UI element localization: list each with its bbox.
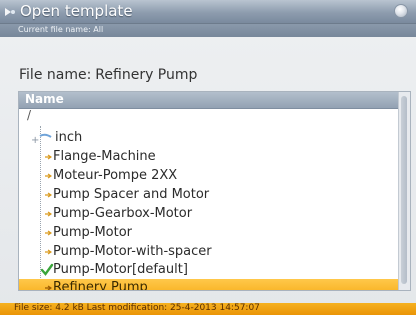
list-item[interactable]: Pump-Gearbox-Motor bbox=[19, 205, 399, 224]
arrow-right-icon bbox=[45, 154, 52, 160]
title-bar[interactable]: Open template bbox=[0, 0, 416, 24]
file-name-value: Refinery Pump bbox=[95, 67, 198, 83]
list-item-label: Refinery Pump bbox=[53, 280, 148, 291]
list-item-label: Pump Spacer and Motor bbox=[53, 187, 210, 202]
vertical-scrollbar[interactable] bbox=[398, 92, 410, 290]
list-item[interactable]: Pump Spacer and Motor bbox=[19, 186, 399, 205]
arrow-right-icon bbox=[45, 192, 52, 198]
arrow-right-icon bbox=[45, 230, 52, 236]
list-item[interactable]: Flange-Machine bbox=[19, 148, 399, 167]
checkmark-icon bbox=[40, 263, 54, 276]
list-item-label: Pump-Motor[default] bbox=[53, 262, 188, 277]
list-item-label: Moteur-Pompe 2XX bbox=[53, 168, 178, 183]
list-item-selected[interactable]: Refinery Pump bbox=[19, 279, 399, 291]
arrow-right-icon bbox=[45, 249, 52, 255]
list-item[interactable]: Pump-Motor-with-spacer bbox=[19, 243, 399, 262]
status-bar: File size: 4.2 kB Last modification: 25-… bbox=[0, 303, 416, 315]
template-list[interactable]: Name / + inch Flange-Machine Moteur-Pomp… bbox=[18, 91, 411, 291]
list-item[interactable]: Moteur-Pompe 2XX bbox=[19, 167, 399, 186]
file-info-text: File size: 4.2 kB Last modification: 25-… bbox=[14, 303, 260, 313]
file-name-label: File name: bbox=[19, 67, 92, 83]
file-name-row: File name: Refinery Pump bbox=[19, 67, 197, 83]
list-item[interactable]: Pump-Motor bbox=[19, 224, 399, 243]
current-file-bar: Current file name: All bbox=[0, 24, 416, 37]
arrow-right-icon bbox=[45, 173, 52, 179]
tree-folder-inch[interactable]: + inch bbox=[19, 129, 399, 148]
tree-root[interactable]: / bbox=[27, 108, 31, 122]
list-item-default[interactable]: Pump-Motor[default] bbox=[19, 261, 399, 280]
folder-icon: + bbox=[31, 133, 52, 145]
arrow-right-icon bbox=[45, 211, 52, 217]
list-item-label: Flange-Machine bbox=[53, 149, 156, 164]
arrow-right-icon bbox=[45, 285, 52, 290]
list-item-label: Pump-Motor bbox=[53, 225, 133, 240]
close-icon[interactable] bbox=[394, 4, 408, 18]
column-header-label: Name bbox=[25, 92, 64, 106]
window-title: Open template bbox=[20, 2, 133, 20]
folder-label: inch bbox=[55, 130, 83, 145]
current-file-name: Current file name: All bbox=[18, 25, 104, 34]
template-icon bbox=[5, 8, 15, 16]
svg-text:+: + bbox=[31, 135, 39, 145]
scrollbar-thumb[interactable] bbox=[401, 96, 407, 284]
list-item-label: Pump-Motor-with-spacer bbox=[53, 244, 212, 259]
list-item-label: Pump-Gearbox-Motor bbox=[53, 206, 193, 221]
open-template-dialog: Open template Current file name: All Fil… bbox=[0, 0, 416, 315]
column-header-name[interactable]: Name bbox=[19, 92, 399, 109]
